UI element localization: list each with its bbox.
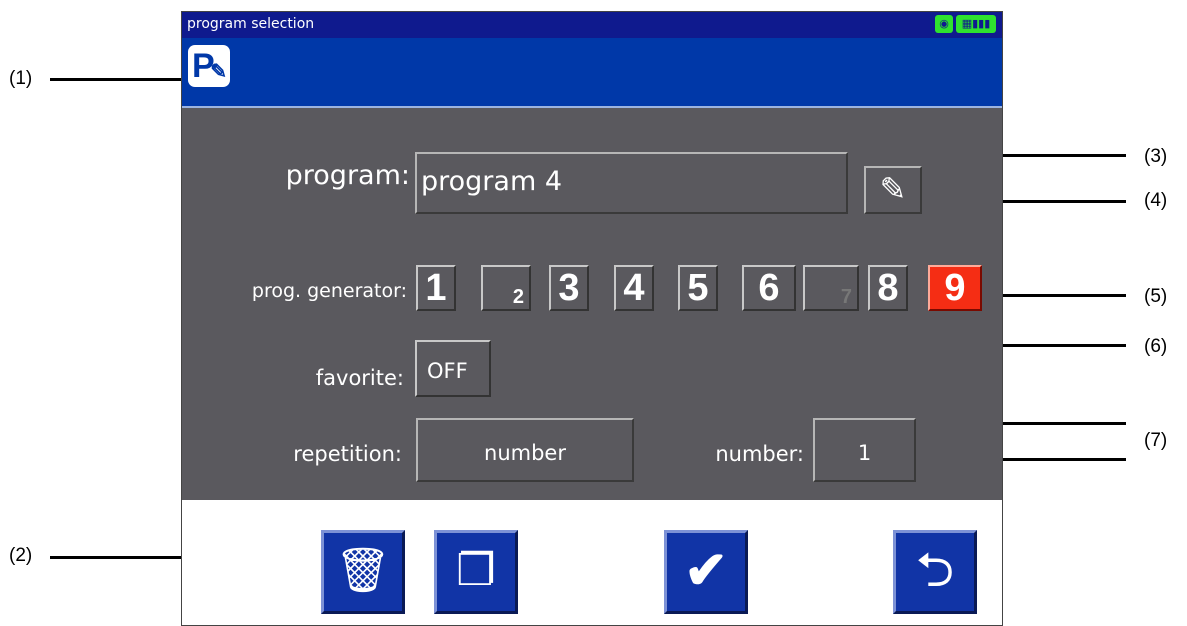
repetition-number-value: 1 <box>857 441 872 465</box>
confirm-button[interactable]: ✔ <box>664 530 748 614</box>
callout-2-line <box>50 556 190 559</box>
callout-3: (3) <box>1144 146 1168 167</box>
generator-button-1[interactable]: 1 <box>416 265 456 311</box>
repetition-label: repetition: <box>293 442 402 466</box>
running-indicator-icon: ◉ <box>935 15 953 33</box>
program-edit-icon[interactable]: P ✎ <box>188 45 230 87</box>
favorite-toggle[interactable]: OFF <box>415 340 491 397</box>
generator-button-4[interactable]: 4 <box>614 265 654 311</box>
callout-6: (6) <box>1144 336 1168 357</box>
program-label: program: <box>285 160 410 191</box>
program-name-value: program 4 <box>421 166 563 197</box>
program-name-field[interactable]: program 4 <box>415 152 848 214</box>
favorite-label: favorite: <box>315 366 404 390</box>
callout-5: (5) <box>1144 286 1168 307</box>
callout-7: (7) <box>1144 430 1168 451</box>
generator-button-7[interactable]: 7 <box>803 265 859 311</box>
delete-button[interactable]: 🗑 <box>321 530 405 614</box>
device-screen: program selection ◉ ▦▮▮▮ P ✎ program: pro… <box>181 11 1003 626</box>
favorite-value: OFF <box>427 359 468 383</box>
callout-1-line <box>50 78 189 81</box>
copy-button[interactable]: ❐ <box>434 530 518 614</box>
action-bar: 🗑 ❐ ✔ ⮌ <box>182 500 1002 625</box>
screen-title: program selection <box>187 16 315 32</box>
generator-button-2[interactable]: 2 <box>481 265 531 311</box>
back-icon: ⮌ <box>915 544 955 597</box>
generator-button-3[interactable]: 3 <box>549 265 589 311</box>
program-settings-panel: program: program 4 ✎ prog. generator: 1 … <box>182 108 1002 500</box>
callout-5-line <box>986 294 1126 297</box>
repetition-number-field[interactable]: 1 <box>813 418 916 482</box>
back-button[interactable]: ⮌ <box>893 530 977 614</box>
generator-label: prog. generator: <box>251 280 407 302</box>
confirm-icon: ✔ <box>684 542 728 600</box>
status-icons: ◉ ▦▮▮▮ <box>935 15 996 33</box>
generator-button-9[interactable]: 9 <box>928 265 982 311</box>
battery-status-icon: ▦▮▮▮ <box>956 15 996 33</box>
delete-icon: 🗑 <box>335 546 391 595</box>
title-bar: program selection ◉ ▦▮▮▮ <box>182 12 1002 38</box>
copy-icon: ❐ <box>456 546 496 595</box>
generator-button-5[interactable]: 5 <box>678 265 718 311</box>
pencil-icon: ✎ <box>879 170 907 208</box>
callout-2: (2) <box>9 545 33 566</box>
generator-button-6[interactable]: 6 <box>742 265 796 311</box>
number-label: number: <box>715 442 804 466</box>
generator-button-8[interactable]: 8 <box>868 265 908 311</box>
callout-4: (4) <box>1144 190 1168 211</box>
repetition-value: number <box>484 441 566 465</box>
repetition-select[interactable]: number <box>416 418 634 482</box>
header-bar: P ✎ <box>182 38 1002 108</box>
edit-name-button[interactable]: ✎ <box>864 166 922 214</box>
callout-1: (1) <box>9 68 33 89</box>
